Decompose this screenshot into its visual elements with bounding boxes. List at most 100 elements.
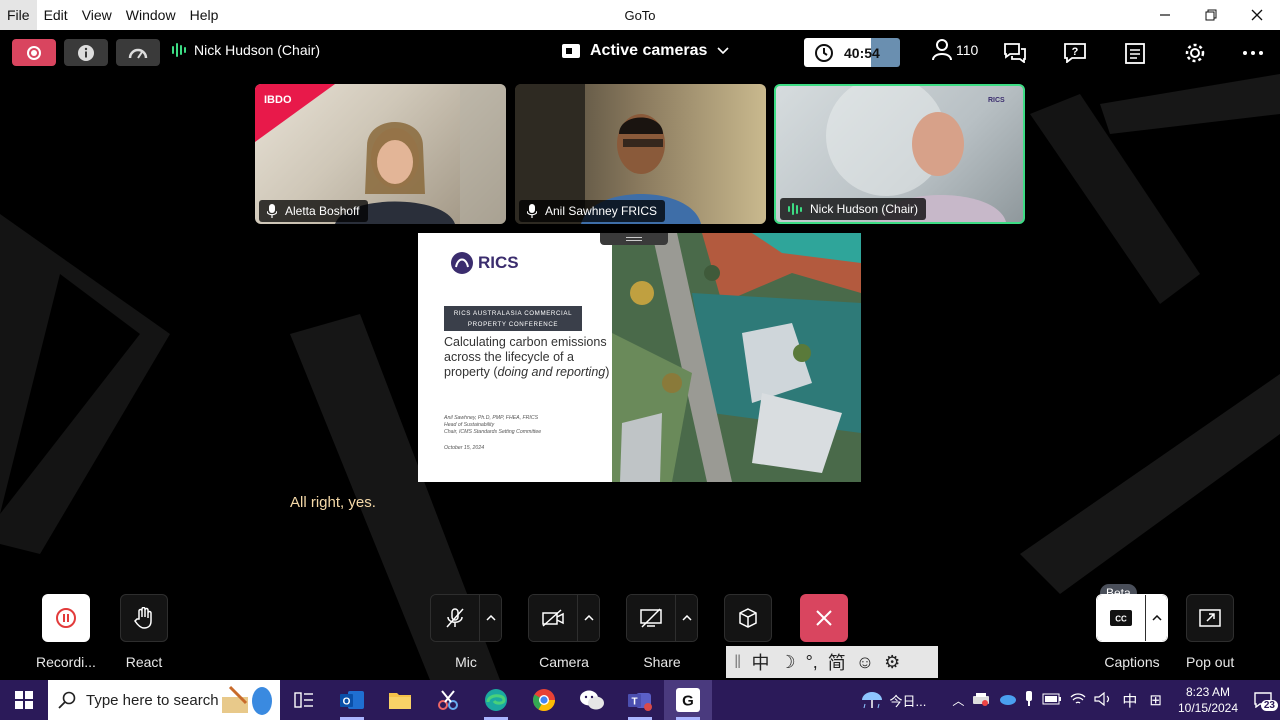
minimize-button[interactable] — [1142, 0, 1188, 30]
moon-icon[interactable]: ☽ — [779, 652, 795, 673]
onedrive-icon[interactable] — [998, 693, 1017, 708]
mic-button[interactable] — [431, 595, 479, 641]
usb-icon[interactable] — [1024, 690, 1034, 710]
close-icon — [816, 610, 832, 626]
ime-mode-chinese[interactable]: 中 — [751, 649, 769, 675]
input-language[interactable]: 中 — [1122, 690, 1137, 711]
notification-center-button[interactable]: 23 — [1246, 692, 1280, 711]
menu-view[interactable]: View — [75, 0, 119, 30]
clock-date: 10/15/2024 — [1177, 701, 1239, 715]
window-controls — [1142, 0, 1280, 30]
punctuation-icon[interactable]: °, — [806, 652, 818, 673]
more-options-button[interactable] — [1240, 40, 1266, 66]
speaker-icon[interactable] — [1094, 691, 1112, 709]
weather-widget[interactable]: 今日... — [860, 690, 926, 710]
chevron-down-icon — [717, 47, 729, 55]
ime-simplified[interactable]: 简 — [828, 649, 846, 675]
share-button[interactable] — [627, 595, 675, 641]
ime-grip[interactable]: ‖ — [734, 652, 741, 673]
snipping-tool-app[interactable] — [424, 680, 472, 720]
layout-selector[interactable]: Active cameras — [562, 42, 729, 60]
edge-app[interactable] — [472, 680, 520, 720]
close-window-button[interactable] — [1234, 0, 1280, 30]
camera-off-icon — [542, 609, 564, 627]
video-tile[interactable]: Anil Sawhney FRICS — [515, 84, 766, 224]
apps-button[interactable] — [724, 594, 772, 642]
active-speaker-name: Nick Hudson (Chair) — [194, 42, 321, 58]
mic-label: Mic — [455, 654, 477, 670]
notes-button[interactable] — [1122, 40, 1148, 66]
file-explorer-app[interactable] — [376, 680, 424, 720]
svg-text:?: ? — [1072, 46, 1079, 58]
outlook-app[interactable]: O — [328, 680, 376, 720]
share-options-button[interactable] — [675, 595, 697, 641]
task-view-button[interactable] — [280, 680, 328, 720]
ime-grid-icon[interactable]: ⊞ — [1149, 691, 1162, 709]
recording-indicator-button[interactable] — [12, 39, 56, 66]
mic-icon — [527, 204, 537, 218]
share-label: Share — [643, 654, 681, 670]
recording-button[interactable] — [41, 594, 90, 642]
task-view-icon — [294, 692, 313, 708]
slide-author: Anil Sawhney, Ph.D, PMP, FHEA, FRICS Hea… — [444, 415, 542, 435]
start-button[interactable] — [0, 680, 48, 720]
leave-meeting-button[interactable] — [800, 594, 848, 642]
printer-icon[interactable] — [972, 692, 990, 709]
system-tray: 今日... ︿ 中 ⊞ 8:23 AM 10/15/2024 23 — [860, 680, 1280, 720]
clock[interactable]: 8:23 AM 10/15/2024 — [1170, 684, 1246, 716]
wechat-icon — [580, 690, 604, 710]
chevron-up-icon — [681, 615, 692, 621]
react-button[interactable] — [120, 594, 168, 642]
connection-button[interactable] — [116, 39, 160, 66]
camera-button[interactable] — [529, 595, 577, 641]
leave-control — [800, 594, 848, 642]
chrome-app[interactable] — [520, 680, 568, 720]
video-tile[interactable]: IBDO Aletta Boshoff — [255, 84, 506, 224]
mic-options-button[interactable] — [479, 595, 501, 641]
meeting-toolbar: Nick Hudson (Chair) Active cameras 40:54… — [0, 30, 1280, 74]
active-speaker: Nick Hudson (Chair) — [172, 42, 320, 58]
menu-file[interactable]: File — [0, 0, 37, 30]
menu-help[interactable]: Help — [183, 0, 226, 30]
captions-button[interactable]: CC — [1097, 595, 1145, 641]
wifi-icon[interactable] — [1070, 692, 1086, 709]
attendees-button[interactable]: 110 — [932, 39, 978, 61]
speedometer-icon — [128, 48, 148, 59]
taskbar-search[interactable]: Type here to search — [48, 680, 280, 720]
wechat-app[interactable] — [568, 680, 616, 720]
camera-layout-icon — [562, 44, 580, 58]
edge-icon — [485, 689, 507, 711]
captions-options-button[interactable] — [1145, 595, 1167, 641]
popout-button[interactable] — [1186, 594, 1235, 642]
teams-app[interactable]: T — [616, 680, 664, 720]
settings-button[interactable] — [1182, 40, 1208, 66]
share-off-icon — [640, 608, 662, 628]
camera-label: Camera — [539, 654, 589, 670]
menu-window[interactable]: Window — [119, 0, 183, 30]
slide-drag-handle[interactable] — [600, 233, 668, 245]
aerial-photo — [612, 233, 861, 482]
video-tile-active[interactable]: RICS Nick Hudson (Chair) — [774, 84, 1025, 224]
captions-label: Captions — [1104, 654, 1160, 670]
clock-time: 8:23 AM — [1185, 685, 1231, 699]
info-button[interactable] — [64, 39, 108, 66]
gear-icon[interactable]: ⚙ — [884, 652, 900, 673]
goto-app[interactable]: G — [664, 680, 712, 720]
cc-icon: CC — [1110, 610, 1132, 626]
battery-icon[interactable] — [1042, 693, 1062, 708]
record-icon — [27, 45, 41, 60]
camera-options-button[interactable] — [577, 595, 599, 641]
menu-edit[interactable]: Edit — [37, 0, 75, 30]
svg-text:G: G — [682, 693, 694, 710]
windows-taskbar: Type here to search O T G 今日... ︿ 中 ⊞ 8:… — [0, 680, 1280, 720]
participant-name-label: Nick Hudson (Chair) — [780, 198, 927, 220]
restore-button[interactable] — [1188, 0, 1234, 30]
chat-button[interactable] — [1002, 40, 1028, 66]
rics-logo: RICS — [450, 251, 519, 275]
chevron-up-icon[interactable]: ︿ — [952, 692, 964, 709]
slide-title: Calculating carbon emissions across the … — [444, 335, 610, 379]
questions-button[interactable]: ? — [1062, 40, 1088, 66]
apps-control — [724, 594, 772, 642]
audio-level-icon — [172, 43, 186, 57]
emoji-icon[interactable]: ☺ — [856, 652, 874, 673]
